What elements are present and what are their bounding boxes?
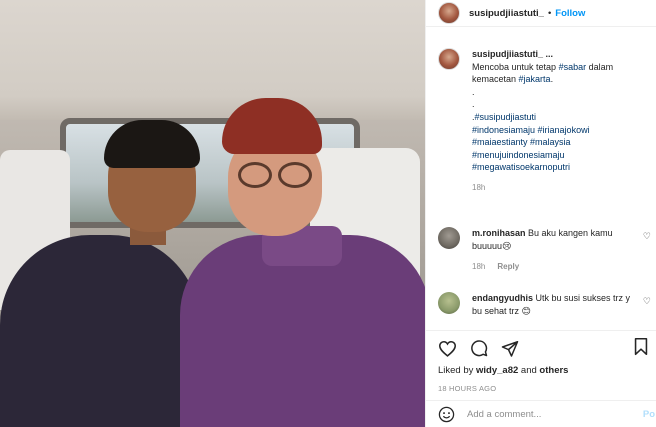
comment-item: endangyudhis Utk bu susi sukses trz y bu…	[438, 292, 653, 317]
comment-item: m.ronihasan Bu aku kangen kamu buuuuu😢 1…	[438, 227, 653, 274]
boy-shirt	[0, 235, 200, 427]
follow-button[interactable]: Follow	[555, 8, 585, 19]
likes-prefix: Liked by	[438, 365, 477, 376]
hashtag-link[interactable]: #menujuindonesiamaju	[472, 149, 652, 162]
glasses	[236, 162, 316, 190]
caption-text: susipudjiiastuti_ ... Mencoba untuk teta…	[472, 48, 652, 195]
hashtag-link[interactable]: #indonesiamaju #irianajokowi	[472, 124, 652, 137]
caption: susipudjiiastuti_ ... Mencoba untuk teta…	[438, 48, 653, 195]
comment-icon[interactable]	[470, 339, 488, 357]
comment-time[interactable]: 18h	[472, 262, 485, 271]
caption-time[interactable]: 18h	[472, 182, 652, 195]
car-roof	[0, 0, 425, 120]
caption-body: Mencoba untuk tetap	[472, 61, 559, 72]
comment-text: endangyudhis Utk bu susi sukses trz y bu…	[472, 292, 632, 317]
share-icon[interactable]	[501, 340, 519, 357]
hashtag-link[interactable]: #maiaestianty #malaysia	[472, 136, 652, 149]
comment-text: m.ronihasan Bu aku kangen kamu buuuuu😢 1…	[472, 227, 632, 274]
like-comment-heart-icon[interactable]: ♡	[643, 296, 651, 307]
comment-input[interactable]: Add a comment...	[467, 409, 541, 420]
avatar[interactable]	[438, 2, 460, 24]
post-side-panel: susipudjiiastuti_ • Follow susipudjiiast…	[425, 0, 656, 427]
add-comment-bar: Add a comment... Po	[426, 400, 656, 427]
header-username[interactable]: susipudjiiastuti_	[469, 8, 544, 19]
heart-icon[interactable]	[438, 340, 457, 357]
caption-dot: .	[472, 99, 475, 110]
instagram-post: susipudjiiastuti_ • Follow susipudjiiast…	[0, 0, 656, 427]
comment-meta: 18h Reply	[472, 261, 632, 274]
post-photo[interactable]	[0, 0, 425, 427]
action-icons	[438, 337, 648, 359]
post-comment-button[interactable]: Po	[643, 409, 655, 420]
reply-button[interactable]: Reply	[497, 262, 519, 271]
separator-dot: •	[547, 7, 552, 19]
likes-mid: and	[518, 365, 540, 376]
commenter-avatar[interactable]	[438, 292, 460, 314]
hashtag-link[interactable]: #sabar	[559, 62, 587, 72]
caption-username[interactable]: susipudjiiastuti_ ...	[472, 48, 652, 61]
caption-body: .	[550, 74, 554, 85]
liker-username[interactable]: widy_a82	[476, 365, 518, 376]
hashtag-link[interactable]: #megawatisoekarnoputri	[472, 161, 652, 174]
commenter-avatar[interactable]	[438, 227, 460, 249]
emoji-icon[interactable]	[438, 406, 455, 423]
caption-dot: .	[472, 86, 475, 97]
likes-text: Liked by widy_a82 and others	[438, 365, 645, 376]
comment-username[interactable]: endangyudhis	[472, 293, 533, 303]
post-header: susipudjiiastuti_ • Follow	[426, 0, 656, 27]
post-actions: Liked by widy_a82 and others 18 HOURS AG…	[426, 330, 656, 393]
hashtag-link[interactable]: #jakarta	[519, 74, 551, 84]
bookmark-icon[interactable]	[634, 337, 648, 356]
hashtag-link[interactable]: #susipudjiastuti	[475, 112, 537, 122]
like-comment-heart-icon[interactable]: ♡	[643, 231, 651, 242]
likes-others-link[interactable]: others	[539, 365, 568, 376]
caption-avatar[interactable]	[438, 48, 460, 70]
post-timestamp[interactable]: 18 HOURS AGO	[438, 384, 645, 393]
comments-section[interactable]: susipudjiiastuti_ ... Mencoba untuk teta…	[438, 48, 653, 328]
comment-username[interactable]: m.ronihasan	[472, 228, 526, 238]
